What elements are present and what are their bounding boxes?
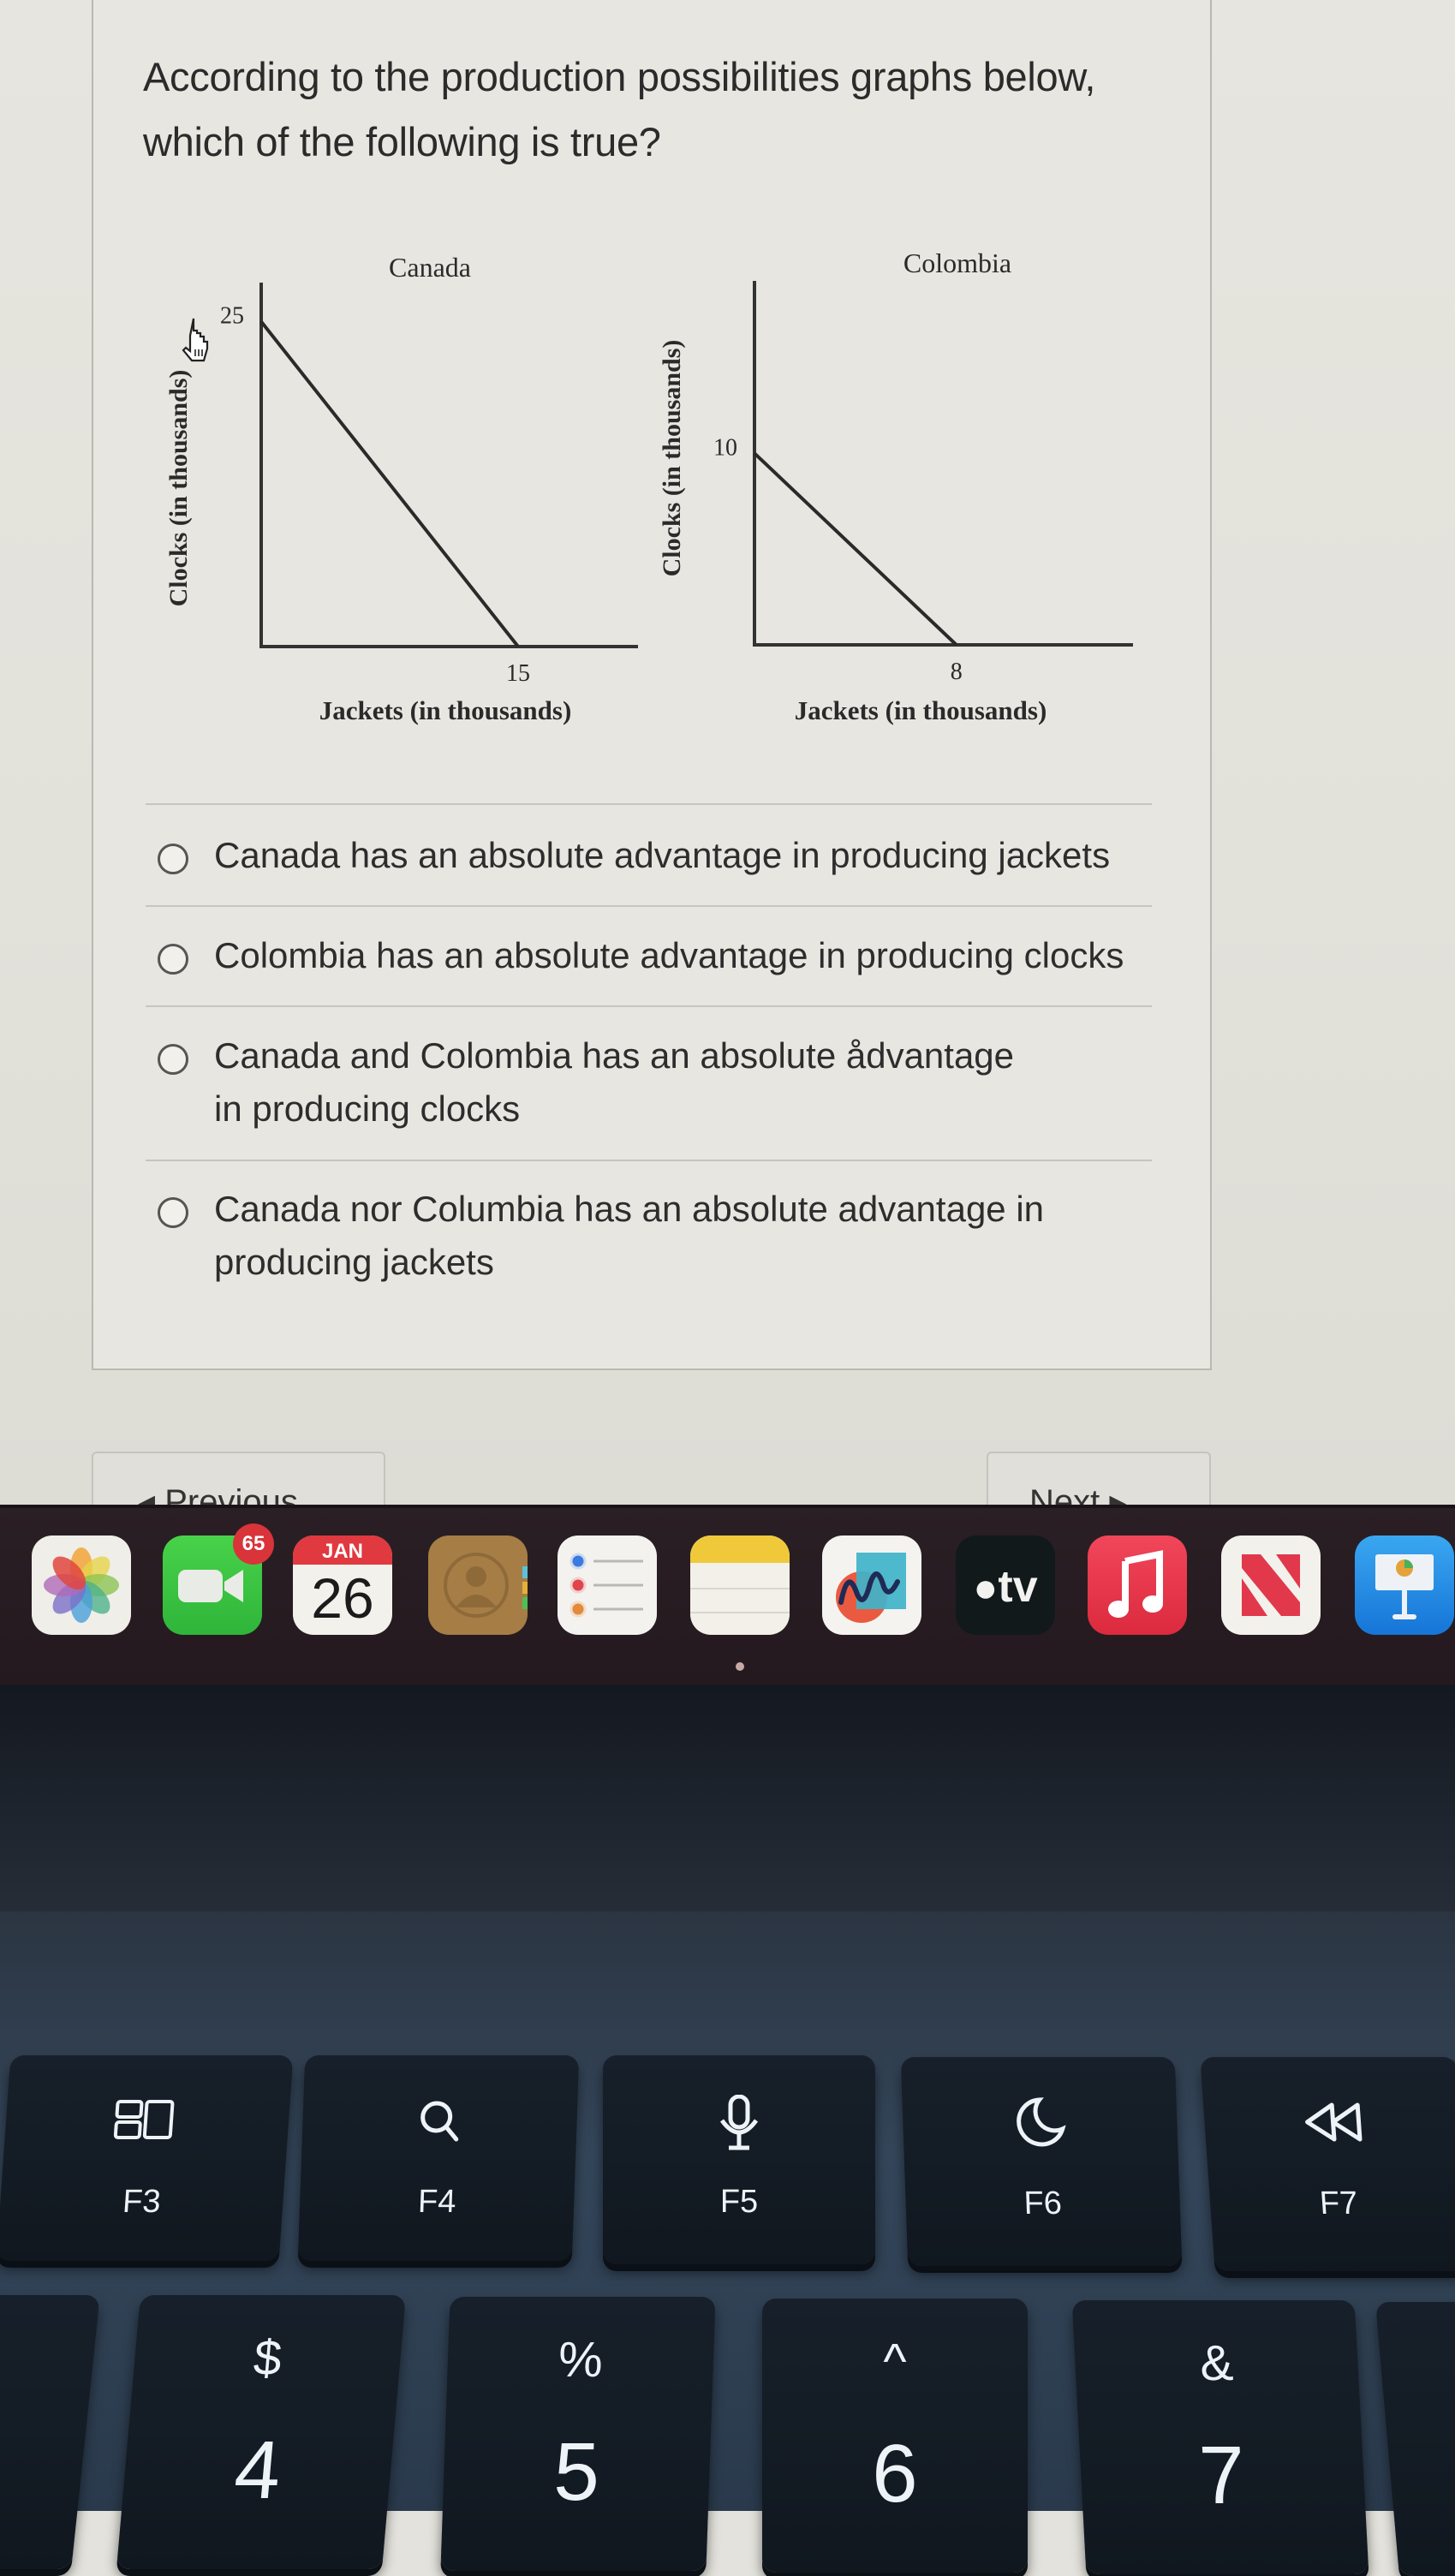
chart-title: Colombia xyxy=(903,247,1011,278)
key-label: F3 xyxy=(121,2184,163,2220)
option-label: Canada has an absolute advantage in prod… xyxy=(214,835,1111,875)
answer-option-3[interactable]: Canada and Colombia has an absolute ådva… xyxy=(158,1029,1048,1136)
dock-app-music[interactable] xyxy=(1088,1535,1187,1635)
x-tick-label: 15 xyxy=(506,660,530,687)
key-5[interactable]: % 5 xyxy=(440,2297,716,2571)
key-label: F4 xyxy=(417,2184,457,2220)
dock-app-freeform[interactable] xyxy=(822,1535,921,1635)
ppf-line xyxy=(259,320,520,648)
radio-button[interactable] xyxy=(158,844,188,874)
laptop-bezel xyxy=(0,1685,1455,1911)
notes-icon xyxy=(690,1535,790,1613)
question-text: According to the production possibilitie… xyxy=(143,54,1096,164)
key-label: F5 xyxy=(719,2184,759,2220)
key-number: 6 xyxy=(872,2428,918,2519)
dock-app-notes[interactable] xyxy=(690,1535,790,1635)
keynote-icon xyxy=(1375,1554,1434,1619)
key-f3[interactable]: F3 xyxy=(0,2055,294,2261)
reminders-icon xyxy=(569,1553,643,1618)
freeform-icon xyxy=(836,1553,906,1623)
dock-app-keynote[interactable] xyxy=(1355,1535,1454,1635)
radio-button[interactable] xyxy=(158,1044,188,1075)
divider xyxy=(146,905,1152,907)
photos-icon xyxy=(44,1547,119,1623)
key-4[interactable]: $ 4 xyxy=(116,2295,406,2569)
dock-app-calendar[interactable]: JAN 26 xyxy=(293,1535,392,1635)
dock-app-contacts[interactable] xyxy=(428,1535,528,1635)
running-indicator xyxy=(736,1662,744,1671)
key-label: F6 xyxy=(1023,2185,1063,2221)
keyboard: F3 F4 F5 F6 F7 $ 4 % 5 ^ 6 & 7 xyxy=(0,1911,1455,2576)
key-6[interactable]: ^ 6 xyxy=(762,2299,1028,2573)
hand-cursor-icon xyxy=(182,318,209,362)
microphone-icon xyxy=(603,2095,875,2150)
divider xyxy=(146,803,1152,805)
key-partial-left[interactable] xyxy=(0,2295,100,2569)
y-axis-label: Clocks (in thousands) xyxy=(658,340,686,577)
key-number: 5 xyxy=(552,2426,602,2518)
tv-label: tv xyxy=(998,1562,1038,1612)
contacts-icon xyxy=(444,1553,528,1618)
divider xyxy=(146,1005,1152,1007)
key-partial-right[interactable] xyxy=(1375,2302,1455,2576)
rewind-icon xyxy=(1202,2096,1455,2148)
key-shift-symbol: % xyxy=(558,2332,604,2388)
moon-icon xyxy=(902,2096,1178,2148)
x-axis-label: Jackets (in thousands) xyxy=(319,695,572,725)
key-number: 7 xyxy=(1196,2430,1248,2521)
calendar-icon: JAN 26 xyxy=(293,1535,392,1635)
option-label: Colombia has an absolute advantage in pr… xyxy=(214,935,1124,975)
y-tick-label: 10 xyxy=(713,434,737,461)
key-f7[interactable]: F7 xyxy=(1200,2057,1455,2271)
chart-title: Canada xyxy=(389,252,471,283)
key-shift-symbol: $ xyxy=(251,2330,284,2386)
radio-button[interactable] xyxy=(158,944,188,975)
x-tick-label: 8 xyxy=(951,659,963,685)
y-axis-label: Clocks (in thousands) xyxy=(164,370,193,607)
dock-app-tv[interactable]: ●tv xyxy=(956,1535,1055,1635)
notification-badge: 65 xyxy=(233,1524,274,1565)
key-shift-symbol: & xyxy=(1198,2335,1235,2391)
answer-option-1[interactable]: Canada has an absolute advantage in prod… xyxy=(158,829,1151,882)
music-icon xyxy=(1108,1550,1163,1618)
colombia-ppf-chart: Colombia 10 8 Jackets (in thousands) Clo… xyxy=(658,247,1133,725)
canada-ppf-chart: Canada 25 15 Jackets (in thousands) Cloc… xyxy=(164,252,638,725)
x-axis-label: Jackets (in thousands) xyxy=(795,695,1047,725)
calendar-month: JAN xyxy=(293,1535,392,1565)
calendar-day: 26 xyxy=(311,1566,374,1630)
mission-control-icon xyxy=(4,2095,290,2146)
y-tick-label: 25 xyxy=(220,303,244,330)
key-f4[interactable]: F4 xyxy=(297,2055,580,2261)
option-label: Canada and Colombia has an absolute ådva… xyxy=(214,1035,1015,1129)
key-7[interactable]: & 7 xyxy=(1071,2300,1369,2574)
browser-content: According to the production possibilitie… xyxy=(0,0,1455,1529)
answer-option-4[interactable]: Canada nor Columbia has an absolute adva… xyxy=(158,1183,1048,1289)
key-number: 4 xyxy=(230,2424,285,2516)
key-f6[interactable]: F6 xyxy=(900,2057,1183,2266)
ppf-line xyxy=(753,451,958,647)
dock: 65 JAN 26 ●tv xyxy=(0,1505,1455,1688)
divider xyxy=(146,1160,1152,1161)
dock-app-photos[interactable] xyxy=(32,1535,131,1635)
appletv-icon: ●tv xyxy=(973,1562,1038,1612)
radio-button[interactable] xyxy=(158,1197,188,1228)
option-label: Canada nor Columbia has an absolute adva… xyxy=(214,1189,1045,1282)
dock-app-news[interactable] xyxy=(1221,1535,1321,1635)
key-shift-symbol: ^ xyxy=(883,2334,907,2389)
key-f5[interactable]: F5 xyxy=(603,2055,875,2264)
news-icon xyxy=(1242,1554,1300,1616)
answer-option-2[interactable]: Colombia has an absolute advantage in pr… xyxy=(158,929,1151,982)
dock-app-reminders[interactable] xyxy=(558,1535,657,1635)
key-label: F7 xyxy=(1318,2185,1359,2221)
search-icon xyxy=(301,2095,577,2146)
